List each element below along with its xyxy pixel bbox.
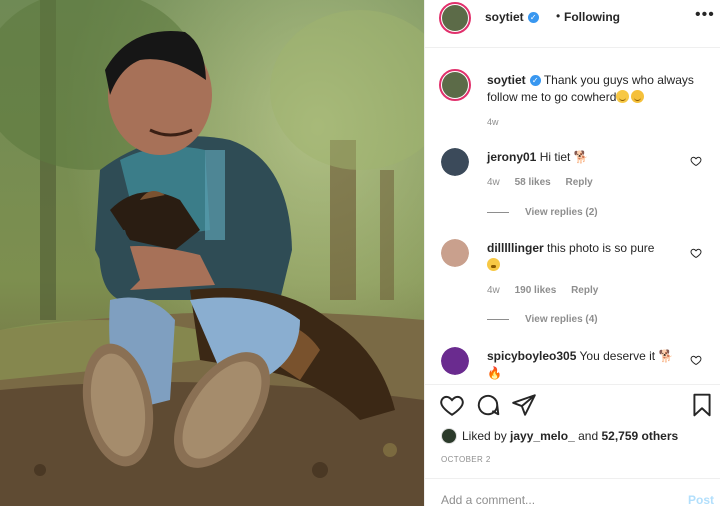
comment: jerony01 Hi tiet 🐕 xyxy=(487,149,687,166)
commenter-avatar[interactable] xyxy=(441,347,469,375)
comment-icon[interactable] xyxy=(475,392,501,418)
commenter-avatar[interactable] xyxy=(441,239,469,267)
header-separator: • xyxy=(556,9,561,23)
post-sidebar: soytiet ✓ • Following ••• soytiet ✓ Thank … xyxy=(424,0,720,506)
heart-icon[interactable] xyxy=(439,392,465,418)
reply-button[interactable]: Reply xyxy=(571,285,598,296)
fire-icon: 🔥 xyxy=(487,366,502,380)
like-comment-heart-icon[interactable] xyxy=(690,354,702,366)
post-date[interactable]: OCTOBER 2 xyxy=(441,455,491,464)
like-comment-heart-icon[interactable] xyxy=(690,247,702,259)
reply-button[interactable]: Reply xyxy=(566,177,593,188)
dog-icon: 🐕 xyxy=(658,349,674,363)
comment-text: You deserve it xyxy=(579,349,656,363)
verified-badge-icon: ✓ xyxy=(529,75,541,87)
comment-username[interactable]: spicyboyleo305 xyxy=(487,349,576,363)
view-replies-label: View replies (2) xyxy=(525,207,598,218)
like-comment-heart-icon[interactable] xyxy=(690,155,702,167)
comment-time[interactable]: 4w xyxy=(487,177,500,188)
rolling-laughing-face-icon xyxy=(631,90,645,103)
author-username[interactable]: soytiet ✓ xyxy=(485,10,539,24)
post-button[interactable]: Post xyxy=(688,493,714,506)
comment-meta: 4w 190 likes Reply xyxy=(487,285,610,296)
likes-summary: Liked by jayy_melo_ and 52,759 others xyxy=(441,428,678,444)
following-button[interactable]: Following xyxy=(564,10,620,24)
more-options-icon[interactable]: ••• xyxy=(695,6,715,24)
comment-text: Hi tiet xyxy=(539,150,571,164)
view-replies-button[interactable]: View replies (2) xyxy=(487,207,598,218)
add-comment-input[interactable]: Add a comment... xyxy=(441,493,535,506)
post-photo[interactable] xyxy=(0,0,424,506)
grinning-face-icon xyxy=(616,90,630,103)
post-actions xyxy=(425,392,720,420)
author-avatar[interactable] xyxy=(439,2,471,34)
liker-avatar[interactable] xyxy=(441,428,457,444)
dog-icon: 🐕 xyxy=(573,150,589,164)
comment-username[interactable]: dilllllinger xyxy=(487,241,544,255)
paper-plane-icon[interactable] xyxy=(511,392,537,418)
view-replies-button[interactable]: View replies (4) xyxy=(487,314,598,325)
liker-username[interactable]: jayy_melo_ xyxy=(510,429,575,443)
smiling-face-icon xyxy=(487,258,500,271)
bookmark-icon[interactable] xyxy=(689,392,715,418)
replies-line xyxy=(487,211,509,213)
verified-badge-icon: ✓ xyxy=(527,12,539,24)
comment-time[interactable]: 4w xyxy=(487,285,500,296)
comment-likes[interactable]: 190 likes xyxy=(515,285,557,296)
comment-meta: 4w 58 likes Reply xyxy=(487,177,605,188)
actions-divider xyxy=(425,384,720,385)
man-with-dog-photo xyxy=(0,0,424,506)
header-divider xyxy=(425,47,720,48)
post-header: soytiet ✓ • Following ••• xyxy=(425,0,720,34)
likes-count[interactable]: 52,759 others xyxy=(601,429,678,443)
caption: soytiet ✓ Thank you guys who always follo… xyxy=(487,72,707,106)
view-replies-label: View replies (4) xyxy=(525,314,598,325)
caption-time[interactable]: 4w xyxy=(487,117,499,127)
comment: dilllllinger this photo is so pure xyxy=(487,240,687,274)
comment-likes[interactable]: 58 likes xyxy=(515,177,551,188)
composer-divider xyxy=(425,478,720,479)
comment-text: this photo is so pure xyxy=(547,241,655,255)
caption-username[interactable]: soytiet xyxy=(487,73,526,87)
comment-username[interactable]: jerony01 xyxy=(487,150,536,164)
comment: spicyboyleo305 You deserve it 🐕 🔥 xyxy=(487,348,687,382)
likes-connector: and xyxy=(578,429,599,443)
commenter-avatar[interactable] xyxy=(441,148,469,176)
replies-line xyxy=(487,318,509,320)
caption-author-avatar[interactable] xyxy=(439,69,471,101)
likes-prefix: Liked by xyxy=(462,429,507,443)
